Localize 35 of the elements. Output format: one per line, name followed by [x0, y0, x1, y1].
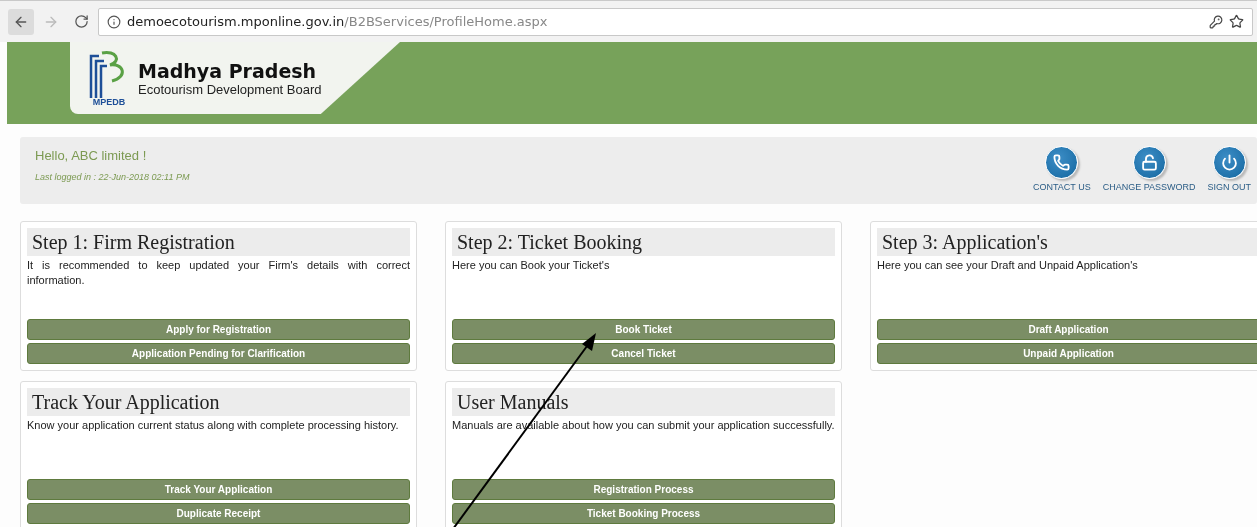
- action-button[interactable]: Registration Process: [452, 479, 835, 500]
- back-button[interactable]: [8, 8, 34, 35]
- action-button[interactable]: Apply for Registration: [27, 319, 410, 340]
- reload-icon: [73, 14, 89, 29]
- action-button[interactable]: Application Pending for Clarification: [27, 343, 410, 364]
- power-icon: [1220, 154, 1238, 171]
- logo-abbreviation: MPEDB: [92, 97, 126, 107]
- key-icon[interactable]: [1209, 14, 1223, 29]
- action-button[interactable]: Book Ticket: [452, 319, 835, 340]
- card-description: Here you can Book your Ticket's: [452, 258, 611, 273]
- site-subtitle: Ecotourism Development Board: [138, 81, 322, 97]
- card-description: Know your application current status along with complete processing history.: [27, 418, 400, 433]
- bookmark-star-icon[interactable]: [1229, 14, 1244, 29]
- card-description: It is recommended to keep updated your Firm's details with correct information.: [27, 258, 410, 288]
- header-link[interactable]: CONTACT US: [1032, 146, 1091, 204]
- lock-icon: [1140, 154, 1158, 171]
- card-description: Here you can see your Draft and Unpaid Application's: [877, 258, 1139, 273]
- action-button[interactable]: Duplicate Receipt: [27, 503, 410, 524]
- phone-icon: [1053, 154, 1071, 171]
- action-button[interactable]: Track Your Application: [27, 479, 410, 500]
- card-title: Step 2: Ticket Booking: [452, 228, 835, 256]
- action-button[interactable]: Draft Application: [877, 319, 1257, 340]
- site-title: Madhya Pradesh: [138, 59, 318, 82]
- last-login: Last logged in : 22-Jun-2018 02:11 PM: [35, 172, 190, 182]
- header-link[interactable]: CHANGE PASSWORD: [1102, 146, 1196, 204]
- card-title: Step 1: Firm Registration: [27, 228, 410, 256]
- header-link[interactable]: SIGN OUT: [1207, 146, 1251, 204]
- card-title: Step 3: Application's: [877, 228, 1257, 256]
- greeting: Hello, ABC limited !: [35, 148, 148, 163]
- action-button[interactable]: Cancel Ticket: [452, 343, 835, 364]
- action-button[interactable]: Unpaid Application: [877, 343, 1257, 364]
- info-icon: [107, 14, 121, 29]
- address-bar[interactable]: demoecotourism.mponline.gov.in/B2BServices/ProfileHome.aspx: [98, 7, 1253, 36]
- card-title: Track Your Application: [27, 388, 410, 416]
- action-button[interactable]: Ticket Booking Process: [452, 503, 835, 524]
